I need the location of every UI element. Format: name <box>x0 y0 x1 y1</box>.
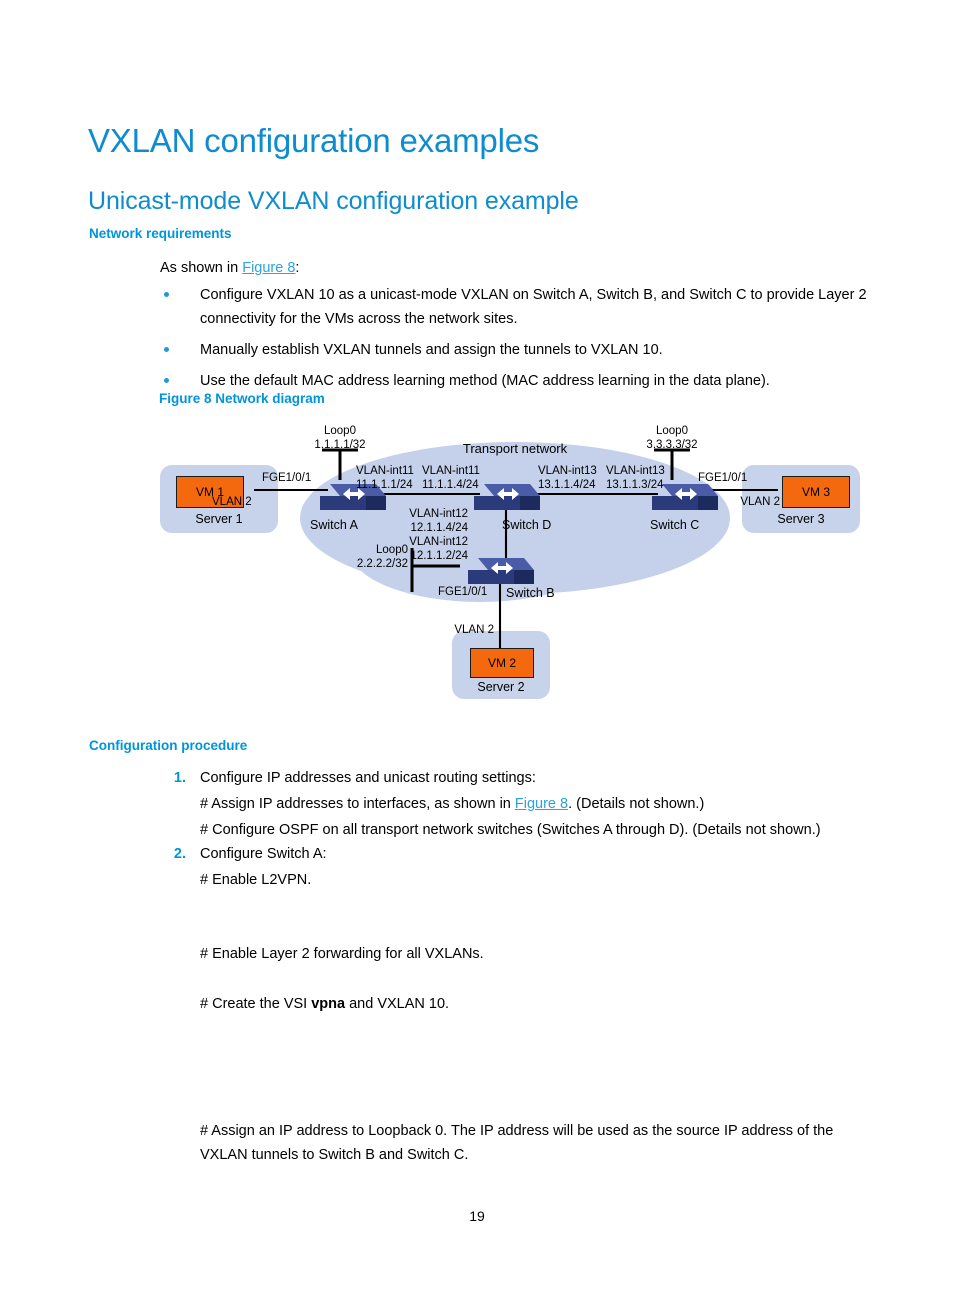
document-page: VXLAN configuration examples Unicast-mod… <box>0 0 954 1296</box>
step-2-number: 2. <box>173 846 186 862</box>
section-heading-network-requirements: Network requirements <box>89 226 232 241</box>
step-2-line-3: # Create the VSI vpna and VXLAN 10. <box>200 992 876 1016</box>
command-output-gap-2 <box>200 966 876 990</box>
figure-8-link-step1[interactable]: Figure 8 <box>515 796 568 812</box>
network-diagram: Transport network Loop0 1.1.1.1/32 Loop0… <box>150 420 870 715</box>
vsi-name-vpna: vpna <box>311 996 346 1012</box>
fge-port-switch-c-label: FGE1/0/1 <box>698 472 748 484</box>
step-2-line-2: # Enable Layer 2 forwarding for all VXLA… <box>200 946 484 962</box>
intro-prefix: As shown in <box>160 260 243 276</box>
switch-b-label: Switch B <box>506 586 555 600</box>
loopback-assignment-paragraph: # Assign an IP address to Loopback 0. Th… <box>200 1123 834 1163</box>
vlan-int13-switch-c-name: VLAN-int13 <box>606 465 665 477</box>
transport-network-label: Transport network <box>462 441 568 456</box>
server-2-label: Server 2 <box>477 680 525 694</box>
page-subtitle: Unicast-mode VXLAN configuration example <box>88 186 579 215</box>
vlan-int12-switch-b-address: 12.1.1.2/24 <box>410 550 468 562</box>
vlan-int11-switch-d-name: VLAN-int11 <box>422 465 480 477</box>
page-number: 19 <box>469 1208 485 1224</box>
fge-port-switch-a-label: FGE1/0/1 <box>262 472 312 484</box>
figure-8-link-intro[interactable]: Figure 8 <box>242 260 295 276</box>
figure-caption: Figure 8 Network diagram <box>159 391 325 406</box>
switch-d-label: Switch D <box>502 518 552 532</box>
vlan-int12-switch-d-address: 12.1.1.4/24 <box>410 522 468 534</box>
vlan-int13-switch-c-address: 13.1.1.3/24 <box>606 479 664 491</box>
switch-a-label: Switch A <box>310 518 358 532</box>
switch-c-label: Switch C <box>650 518 700 532</box>
loop0-switch-a-address: 1.1.1.1/32 <box>314 439 366 451</box>
fge-port-switch-b-label: FGE1/0/1 <box>438 586 488 598</box>
step-1-line-1-suffix: . (Details not shown.) <box>568 796 705 812</box>
intro-suffix: : <box>295 260 300 276</box>
vlan-int11-switch-d-address: 11.1.1.4/24 <box>422 479 479 491</box>
vlan-2-server-1-label: VLAN 2 <box>212 496 252 508</box>
vm-2-box: VM 2 <box>470 648 534 678</box>
list-item: Configure VXLAN 10 as a unicast-mode VXL… <box>160 283 872 331</box>
step-2-text: Configure Switch A: <box>200 846 327 862</box>
step-1: 1. Configure IP addresses and unicast ro… <box>160 766 876 842</box>
list-item: Use the default MAC address learning met… <box>160 369 872 393</box>
step-1-number: 1. <box>173 770 186 786</box>
step-1-line-1-prefix: # Assign IP addresses to interfaces, as … <box>200 796 515 812</box>
command-output-gap-1 <box>200 892 876 940</box>
step-2-line-3-prefix: # Create the VSI <box>200 996 312 1012</box>
loop0-switch-c-address: 3.3.3.3/32 <box>646 439 698 451</box>
vlan-2-server-3-label: VLAN 2 <box>740 496 780 508</box>
vlan-int11-switch-a-name: VLAN-int11 <box>356 465 414 477</box>
step-1-line-2: # Configure OSPF on all transport networ… <box>200 822 821 838</box>
server-1-label: Server 1 <box>195 512 243 526</box>
page-title: VXLAN configuration examples <box>88 122 540 160</box>
vm-3-box: VM 3 <box>782 476 850 508</box>
intro-line: As shown in Figure 8: <box>160 256 299 280</box>
vlan-int11-switch-a-address: 11.1.1.1/24 <box>356 479 413 491</box>
requirements-list: Configure VXLAN 10 as a unicast-mode VXL… <box>160 283 872 400</box>
loop0-switch-c-label: Loop0 <box>656 425 688 437</box>
step-1-line-1: # Assign IP addresses to interfaces, as … <box>200 792 876 816</box>
vlan-int12-switch-d-name: VLAN-int12 <box>409 508 468 520</box>
step-2: 2. Configure Switch A: # Enable L2VPN. #… <box>160 842 876 1016</box>
vlan-2-server-2-label: VLAN 2 <box>454 624 494 636</box>
step-2-line-1: # Enable L2VPN. <box>200 872 312 888</box>
step-2-line-3-suffix: and VXLAN 10. <box>345 996 450 1012</box>
vlan-int13-switch-d-name: VLAN-int13 <box>538 465 597 477</box>
section-heading-configuration-procedure: Configuration procedure <box>89 738 248 753</box>
vlan-int12-switch-b-name: VLAN-int12 <box>409 536 468 548</box>
list-item: Manually establish VXLAN tunnels and ass… <box>160 338 872 362</box>
vlan-int13-switch-d-address: 13.1.1.4/24 <box>538 479 596 491</box>
loop0-switch-a-label: Loop0 <box>324 425 356 437</box>
configuration-steps: 1. Configure IP addresses and unicast ro… <box>160 766 876 1016</box>
server-3-label: Server 3 <box>777 512 825 526</box>
step-1-text: Configure IP addresses and unicast routi… <box>200 770 536 786</box>
